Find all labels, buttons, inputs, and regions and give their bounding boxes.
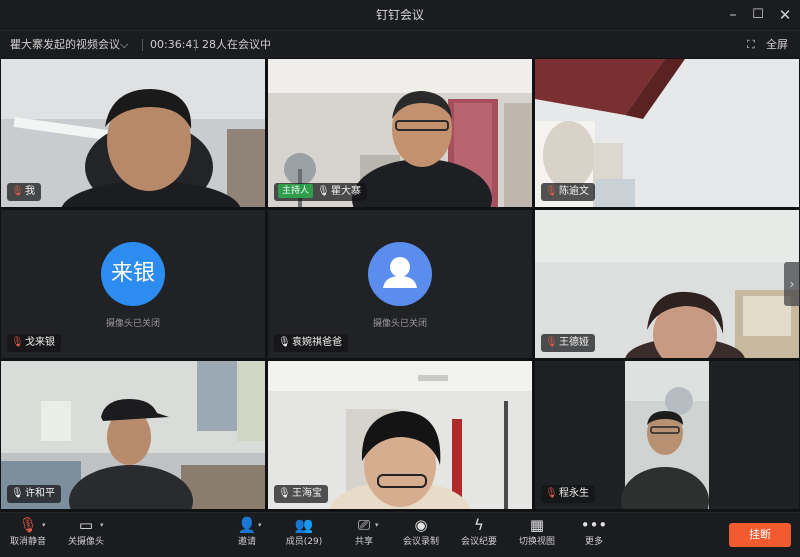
close-button[interactable]: ✕ (770, 0, 800, 30)
unmute-button[interactable]: 🎙 ▾ 取消静音 (6, 513, 50, 557)
participant-badge: 🎙戈来银 (7, 334, 61, 352)
grid-icon: ▦ (529, 516, 545, 534)
switch-layout-label: 切换视图 (518, 537, 555, 547)
participant-badge: 🎙陈逾文 (541, 183, 595, 201)
participant-badge: 🎙王德娅 (541, 334, 595, 352)
more-button[interactable]: ••• 更多 (580, 513, 608, 557)
members-button[interactable]: 👥 成员(29) (284, 513, 324, 557)
mic-icon: 🎙 (317, 186, 330, 197)
switch-layout-button[interactable]: ▦ 切换视图 (516, 513, 558, 557)
lightning-icon: ϟ (474, 516, 484, 534)
participant-avatar: 来银 (101, 242, 165, 306)
mic-muted-icon: 🎙 (545, 337, 558, 348)
default-avatar-icon (368, 242, 432, 306)
share-label: 共享 (354, 537, 373, 547)
participant-badge: 🎙程永生 (541, 485, 595, 503)
video-tile[interactable]: 🎙我 (1, 59, 265, 207)
mic-icon: 🎙 (278, 337, 291, 348)
user-icon (383, 257, 417, 288)
participant-count: 28人在会议中 (202, 38, 271, 51)
participant-badge: 🎙许和平 (7, 485, 61, 503)
camera-toggle-button[interactable]: ▭ ▾ 关摄像头 (64, 513, 108, 557)
unmute-label: 取消静音 (9, 537, 46, 547)
participant-badge: 🎙我 (7, 183, 41, 201)
maximize-button[interactable]: ☐ (743, 0, 773, 30)
invite-label: 邀请 (237, 537, 256, 547)
caret-icon[interactable]: ▾ (375, 521, 379, 529)
meeting-topic[interactable]: 瞿大寨发起的视频会议 (10, 31, 120, 58)
caret-icon[interactable]: ▾ (258, 521, 262, 529)
participant-badge: 主持人 🎙瞿大寨 (274, 183, 368, 201)
mic-muted-icon: 🎙 (545, 186, 558, 197)
fullscreen-icon[interactable]: ⛶ (747, 31, 755, 58)
participant-name: 袁婉祺爸爸 (292, 337, 342, 348)
mic-muted-icon: 🎙 (11, 337, 24, 348)
chevron-down-icon[interactable]: ⌵ (120, 31, 128, 58)
share-button[interactable]: ⎚ ▾ 共享 (348, 513, 380, 557)
participant-name: 我 (25, 186, 35, 197)
host-tag: 主持人 (278, 184, 314, 198)
video-tile[interactable]: 🎙王德娅 (535, 210, 799, 358)
caret-icon[interactable]: ▾ (100, 521, 104, 529)
video-tile[interactable]: 🎙陈逾文 (535, 59, 799, 207)
participant-name: 陈逾文 (559, 186, 589, 197)
more-label: 更多 (584, 537, 603, 547)
divider (142, 39, 143, 51)
meeting-toolbar: 🎙 ▾ 取消静音 ▭ ▾ 关摄像头 👤 ▾ 邀请 👥 成员(29) ⎚ ▾ 共享… (0, 512, 800, 557)
video-tile[interactable]: 主持人 🎙瞿大寨 (268, 59, 532, 207)
participant-badge: 🎙王海宝 (274, 485, 328, 503)
end-call-button[interactable]: 挂断 (729, 523, 791, 547)
next-page-arrow-icon[interactable]: › (784, 262, 800, 306)
participant-name: 程永生 (559, 488, 589, 499)
participant-badge: 🎙袁婉祺爸爸 (274, 334, 348, 352)
participant-name: 戈来银 (25, 337, 55, 348)
window-title: 钉钉会议 (375, 8, 424, 22)
participant-name: 王海宝 (292, 488, 322, 499)
video-tile[interactable]: 摄像头已关闭 🎙袁婉祺爸爸 (268, 210, 532, 358)
participant-name: 王德娅 (559, 337, 589, 348)
participant-name: 瞿大寨 (331, 186, 362, 197)
minutes-label: 会议纪要 (460, 537, 497, 547)
invite-button[interactable]: 👤 ▾ 邀请 (230, 513, 264, 557)
meeting-info-bar: 瞿大寨发起的视频会议 ⌵ 00:36:41 28人在会议中 ⛶ 全屏 (0, 30, 800, 58)
members-icon: 👥 (294, 516, 314, 534)
record-button[interactable]: ◉ 会议录制 (400, 513, 442, 557)
camera-off-text: 摄像头已关闭 (105, 319, 160, 329)
mic-muted-icon: 🎙 (11, 186, 24, 197)
caret-icon[interactable]: ▾ (42, 521, 46, 529)
camera-toggle-label: 关摄像头 (67, 537, 104, 547)
video-tile[interactable]: 🎙许和平 (1, 361, 265, 509)
mic-icon: 🎙 (278, 488, 291, 499)
video-tile[interactable]: 来银 摄像头已关闭 🎙戈来银 (1, 210, 265, 358)
mic-icon: 🎙 (11, 488, 24, 499)
record-label: 会议录制 (402, 537, 439, 547)
minutes-button[interactable]: ϟ 会议纪要 (458, 513, 500, 557)
video-tile[interactable]: 🎙程永生 (535, 361, 799, 509)
divider (195, 39, 196, 51)
title-bar: 钉钉会议 – ☐ ✕ (0, 0, 800, 30)
meeting-timer: 00:36:41 (150, 38, 200, 51)
participant-name: 许和平 (25, 488, 55, 499)
record-icon: ◉ (414, 516, 428, 534)
members-label: 成员(29) (285, 537, 323, 547)
video-tile[interactable]: 🎙王海宝 (268, 361, 532, 509)
camera-off-text: 摄像头已关闭 (372, 319, 427, 329)
mic-muted-icon: 🎙 (545, 488, 558, 499)
more-dots-icon: ••• (580, 516, 608, 534)
fullscreen-button[interactable]: 全屏 (766, 31, 788, 58)
